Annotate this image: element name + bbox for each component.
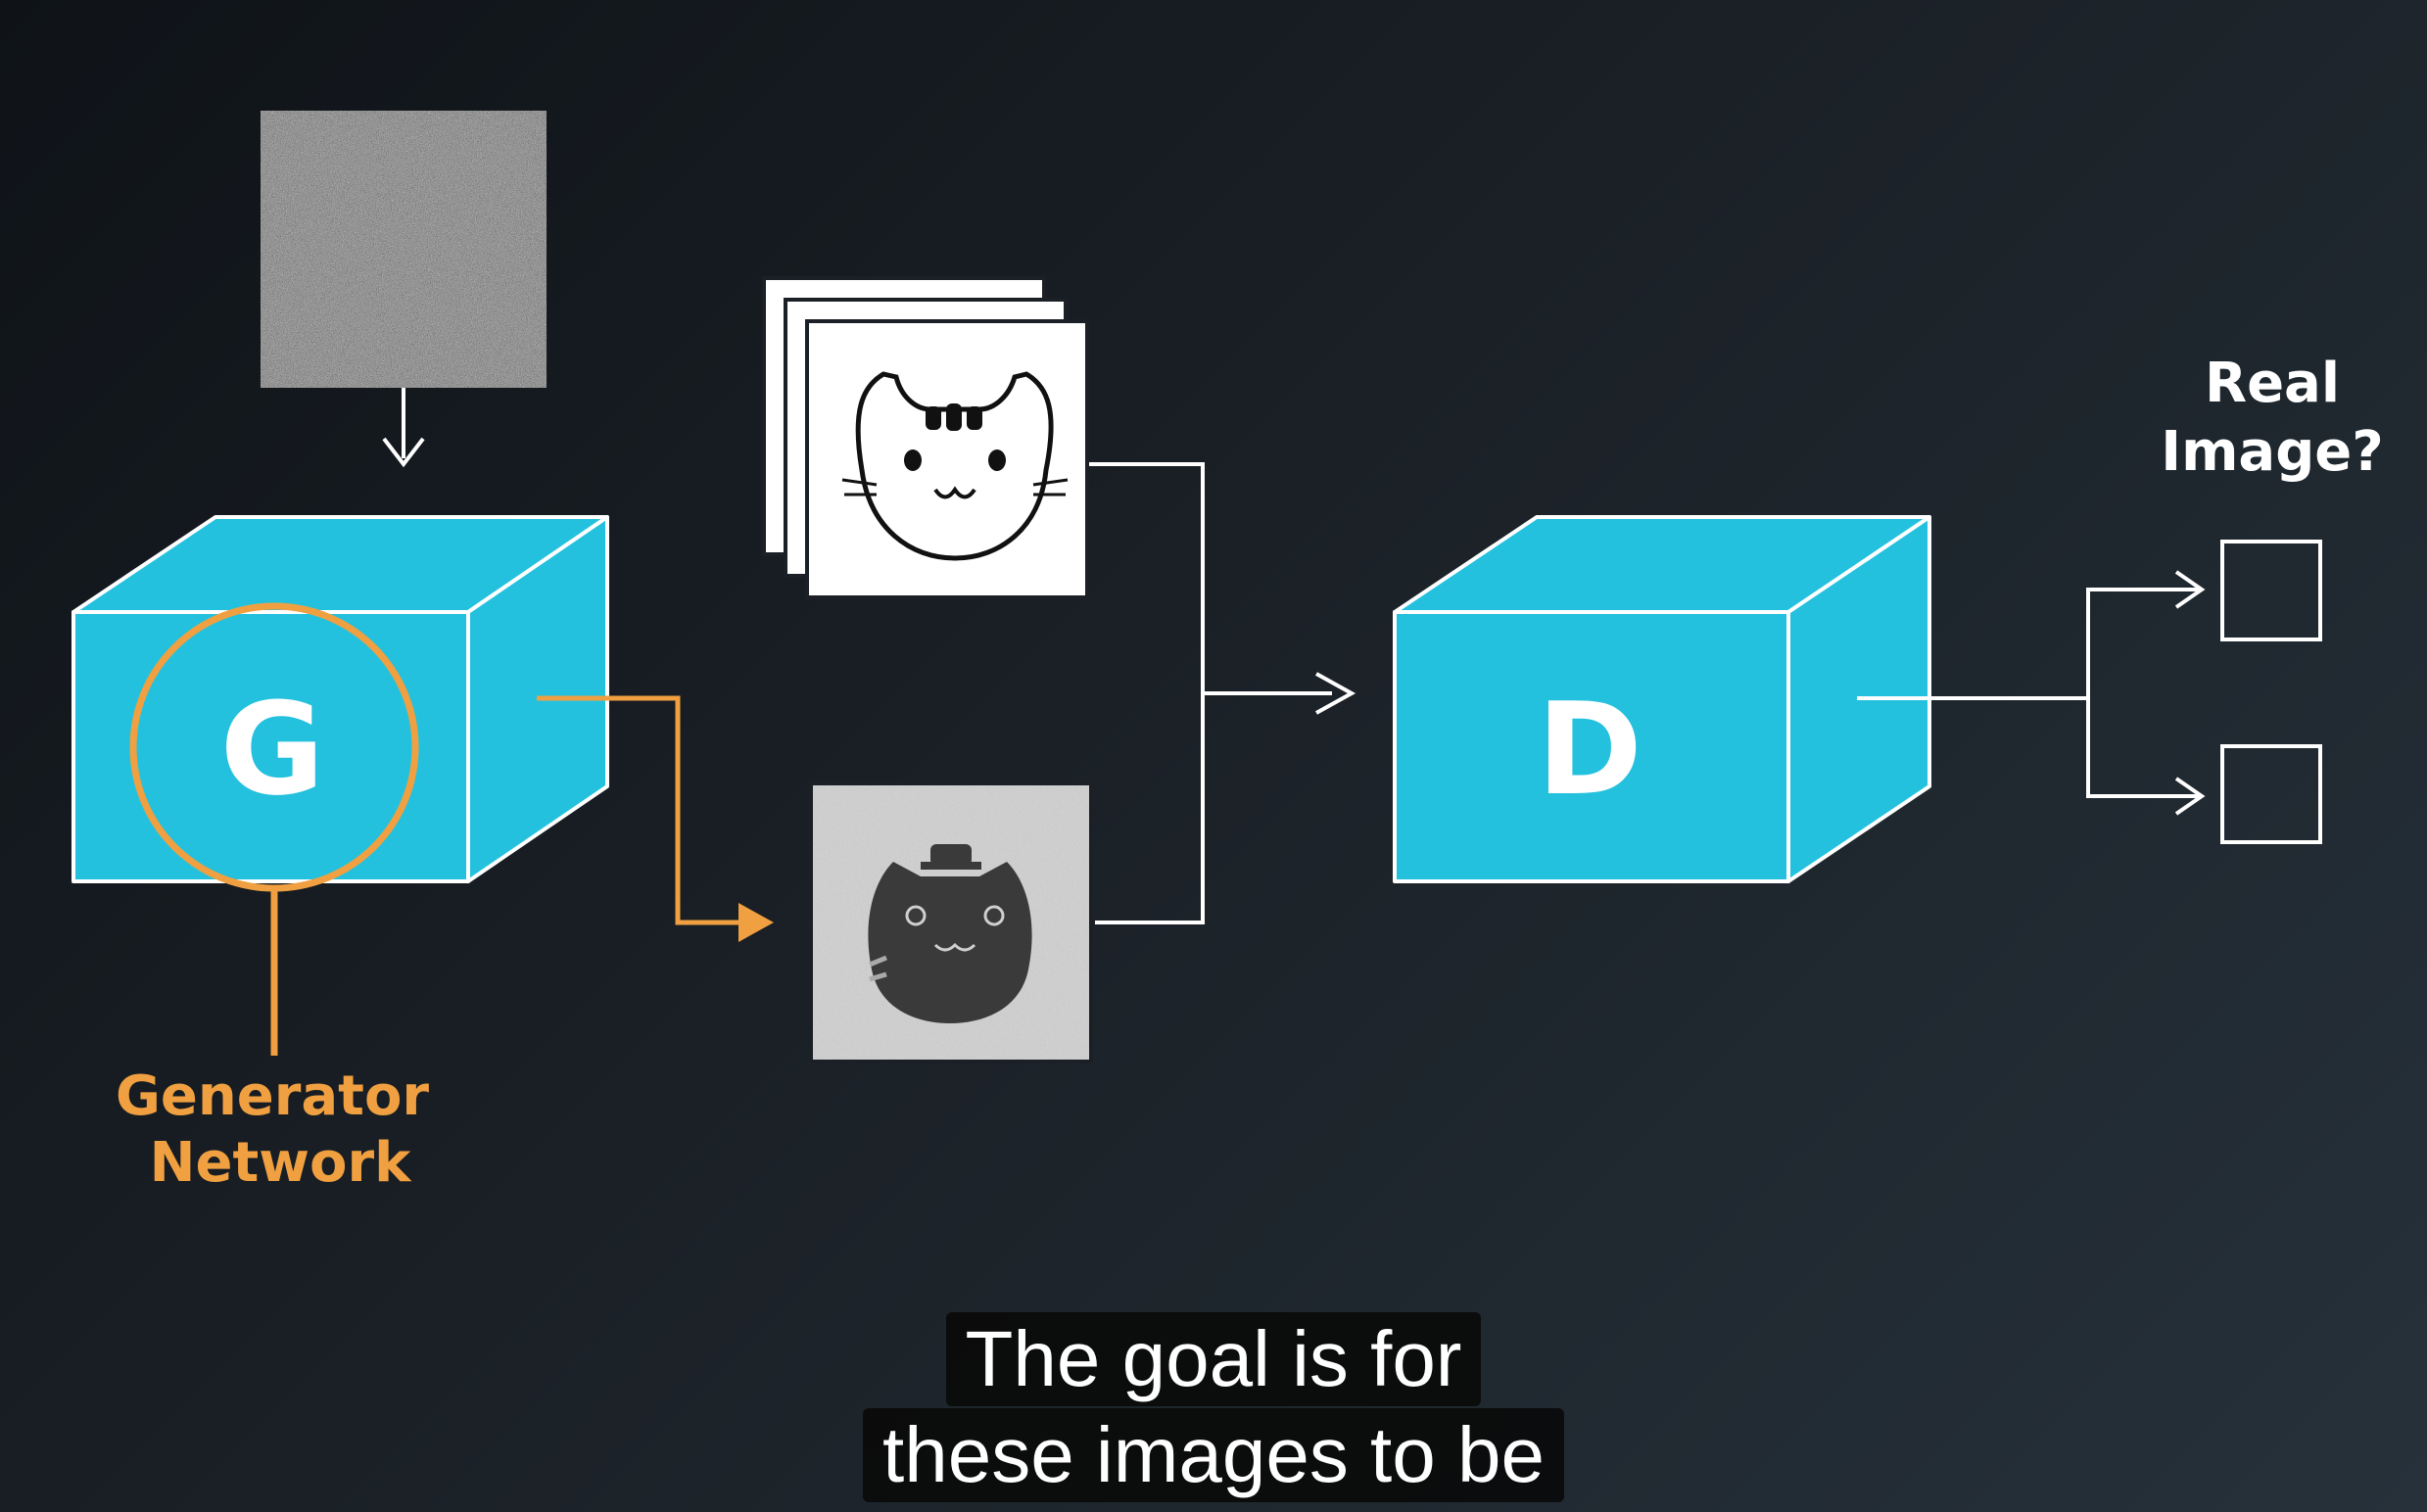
subtitle-line-1: The goal is for (945, 1312, 1482, 1406)
generator-label-line2: Network (150, 1131, 412, 1195)
gan-diagram: G Generator Network D Real Image? (71, 111, 2384, 1195)
subtitle-line-2: these images to be (863, 1408, 1564, 1502)
generator-letter: G (220, 675, 325, 824)
generator-box (71, 515, 609, 883)
discriminator-letter: D (1537, 675, 1642, 824)
output-question-line2: Image? (2161, 420, 2384, 484)
noise-image-icon (261, 111, 547, 388)
real-checkbox (2220, 540, 2322, 641)
subtitle: The goal is for these images to be (0, 1312, 2427, 1502)
discriminator-box (1393, 515, 1931, 883)
cat-drawing-stack-icon (762, 276, 1089, 599)
fake-checkbox (2220, 744, 2322, 844)
images-to-discriminator-connector (1089, 462, 1356, 924)
noise-to-generator-arrow (382, 388, 425, 468)
generated-cat-icon (809, 781, 1093, 1063)
generator-label-line1: Generator (116, 1064, 429, 1128)
output-question-line1: Real (2205, 352, 2340, 415)
